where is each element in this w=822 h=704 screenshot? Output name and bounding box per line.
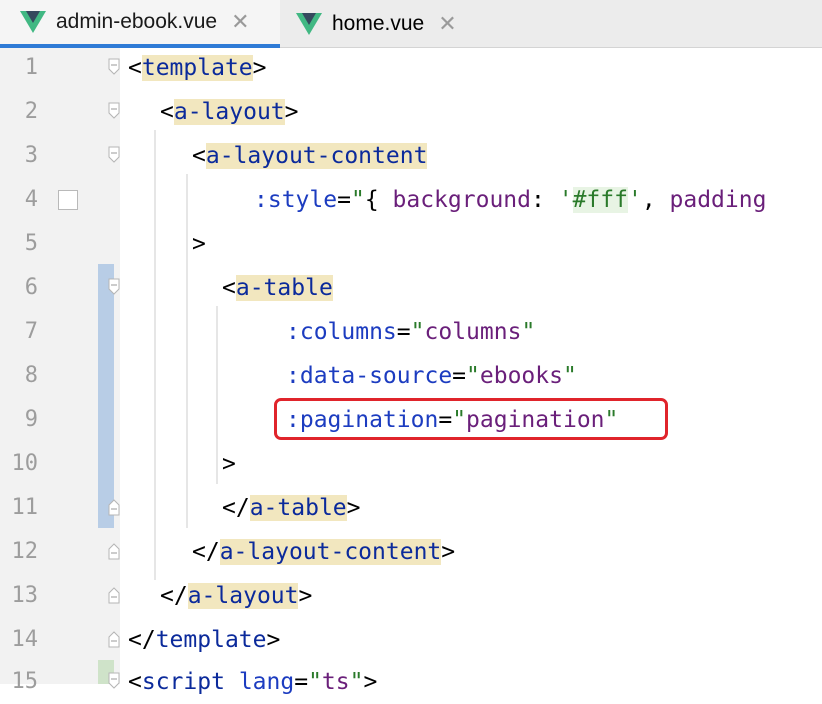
tab-label: home.vue xyxy=(332,12,425,35)
code-line: 13 </a-layout> xyxy=(0,574,822,618)
code-line: 4 :style="{ background: '#fff', padding xyxy=(0,178,822,222)
code-text: <a-layout-content xyxy=(192,143,428,169)
line-number: 9 xyxy=(24,407,38,432)
code-text: :style="{ background: '#fff', padding xyxy=(254,187,767,213)
code-text: <template> xyxy=(128,55,267,81)
line-number: 2 xyxy=(24,99,38,124)
line-number: 8 xyxy=(24,363,38,388)
line-number: 5 xyxy=(24,231,38,256)
code-line: 12 </a-layout-content> xyxy=(0,530,822,574)
code-text: </a-layout> xyxy=(160,583,313,609)
line-number: 15 xyxy=(11,669,39,694)
fold-icon[interactable] xyxy=(108,58,120,76)
tab-label: admin-ebook.vue xyxy=(56,10,218,33)
code-text: <a-layout> xyxy=(160,99,299,125)
line-number: 7 xyxy=(24,319,38,344)
line-number: 4 xyxy=(24,187,38,212)
fold-icon[interactable] xyxy=(108,498,120,516)
editor-tab-bar: admin-ebook.vue ✕ home.vue ✕ xyxy=(0,0,822,48)
close-icon[interactable]: ✕ xyxy=(438,11,456,37)
code-text: > xyxy=(192,231,206,257)
line-number: 14 xyxy=(11,627,39,652)
breakpoint-checkbox[interactable] xyxy=(58,190,78,210)
code-line: 5 > xyxy=(0,222,822,266)
line-number: 12 xyxy=(11,539,39,564)
fold-icon[interactable] xyxy=(108,542,120,560)
code-text: > xyxy=(222,451,236,477)
code-line: 6 <a-table xyxy=(0,266,822,310)
fold-icon[interactable] xyxy=(108,672,120,690)
code-line: 14 </template> xyxy=(0,618,822,662)
code-line: 8 :data-source="ebooks" xyxy=(0,354,822,398)
fold-icon[interactable] xyxy=(108,102,120,120)
line-number: 10 xyxy=(11,451,39,476)
fold-icon[interactable] xyxy=(108,278,120,296)
code-line: 11 </a-table> xyxy=(0,486,822,530)
close-icon[interactable]: ✕ xyxy=(231,9,249,35)
code-text: :columns="columns" xyxy=(286,319,536,345)
fold-icon[interactable] xyxy=(108,630,120,648)
code-text: <a-table xyxy=(222,275,333,301)
code-line: 2 <a-layout> xyxy=(0,90,822,134)
vue-file-icon xyxy=(20,11,46,33)
code-text: </template> xyxy=(128,627,281,653)
code-text: </a-table> xyxy=(222,495,361,521)
highlight-callout-box xyxy=(274,398,668,440)
tab-home[interactable]: home.vue ✕ xyxy=(280,0,480,48)
vue-file-icon xyxy=(296,13,322,35)
code-text: :data-source="ebooks" xyxy=(286,363,577,389)
code-line: 15 <script lang="ts"> xyxy=(0,660,822,704)
code-line: 1 <template> xyxy=(0,46,822,90)
line-number: 1 xyxy=(24,55,38,80)
tab-admin-ebook[interactable]: admin-ebook.vue ✕ xyxy=(0,0,280,48)
fold-icon[interactable] xyxy=(108,586,120,604)
line-number: 3 xyxy=(24,143,38,168)
code-line: 7 :columns="columns" xyxy=(0,310,822,354)
code-line: 3 <a-layout-content xyxy=(0,134,822,178)
code-line: 10 > xyxy=(0,442,822,486)
code-text: <script lang="ts"> xyxy=(128,669,378,695)
line-number: 6 xyxy=(24,275,38,300)
line-number: 11 xyxy=(11,495,39,520)
code-text: </a-layout-content> xyxy=(192,539,456,565)
line-number: 13 xyxy=(11,583,39,608)
fold-icon[interactable] xyxy=(108,146,120,164)
